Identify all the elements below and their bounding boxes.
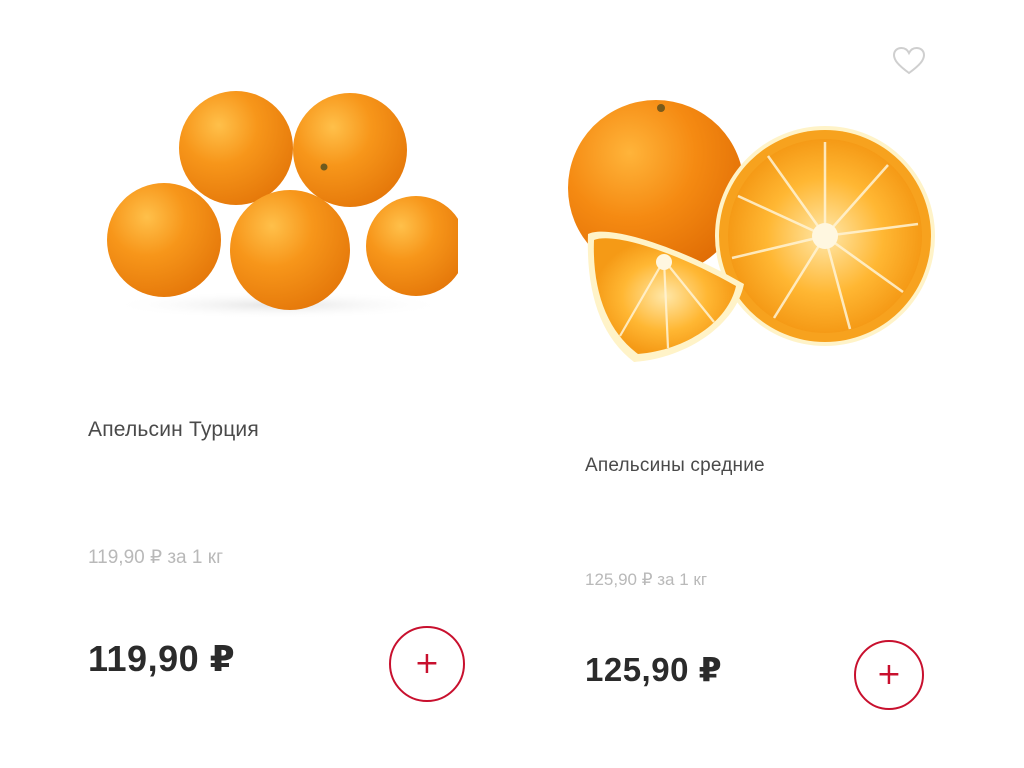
heart-outline-icon [892,46,926,75]
unit-price: 125,90 ₽ за 1 кг [585,570,708,589]
orange-halves-image [568,100,935,362]
product-card[interactable]: Апельсин Турция 119,90 ₽ за 1 кг 119,90 … [0,0,512,768]
favorite-button[interactable] [892,46,926,76]
product-image[interactable] [98,80,458,325]
add-to-cart-button[interactable]: + [854,640,924,710]
product-price: 125,90 ₽ [585,651,723,688]
product-card[interactable]: Апельсины средние 125,90 ₽ за 1 кг 125,9… [512,0,1024,768]
product-grid: Апельсин Турция 119,90 ₽ за 1 кг 119,90 … [0,0,1024,768]
product-name[interactable]: Апельсины средние [585,455,765,477]
product-name[interactable]: Апельсин Турция [88,418,259,442]
product-price: 119,90 ₽ [88,638,236,679]
oranges-pile-image [107,91,458,319]
add-to-cart-button[interactable]: + [389,626,465,702]
plus-icon: + [876,657,902,692]
product-image[interactable] [568,96,940,368]
plus-icon: + [414,646,440,681]
unit-price: 119,90 ₽ за 1 кг [88,547,223,568]
